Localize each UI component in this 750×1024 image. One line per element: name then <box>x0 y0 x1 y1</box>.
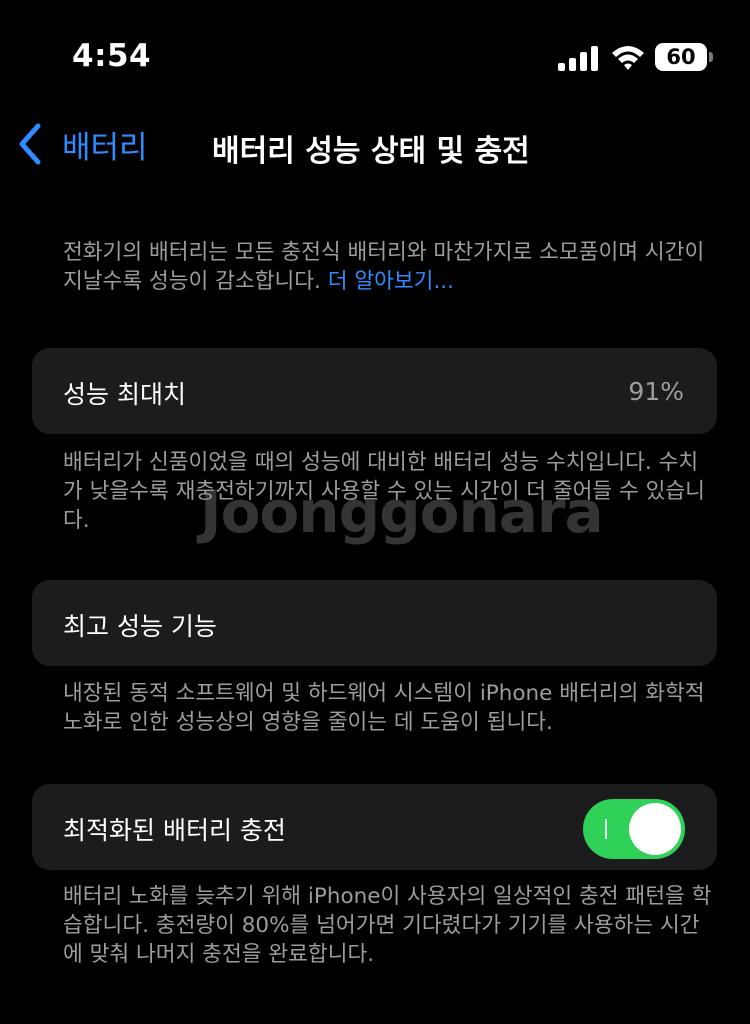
toggle-on-mark <box>605 819 607 839</box>
toggle-knob <box>629 803 681 855</box>
intro-text: 전화기의 배터리는 모든 충전식 배터리와 마찬가지로 소모품이며 시간이 지날… <box>63 238 713 296</box>
optimized-charging-footnote: 배터리 노화를 늦추기 위해 iPhone이 사용자의 일상적인 충전 패턴을 … <box>63 884 712 967</box>
status-time: 4:54 <box>72 38 152 74</box>
optimized-charging-row: 최적화된 배터리 충전 <box>32 784 717 870</box>
peak-performance-label: 최고 성능 기능 <box>63 612 217 641</box>
signal-icon <box>558 46 598 71</box>
battery-level: 60 <box>655 43 707 71</box>
max-capacity-row: 성능 최대치 91% <box>32 348 717 434</box>
max-capacity-footnote: 배터리가 신품이었을 때의 성능에 대비한 배터리 성능 수치입니다. 수치가 … <box>63 450 705 533</box>
battery-tip <box>709 52 713 62</box>
max-capacity-value: 91% <box>628 377 684 406</box>
back-label: 배터리 <box>62 129 148 166</box>
peak-performance-row: 최고 성능 기능 <box>32 580 717 666</box>
learn-more-link[interactable]: 더 알아보기... <box>328 269 454 294</box>
status-bar: 4:54 60 <box>0 0 750 110</box>
wifi-icon <box>612 46 644 70</box>
chevron-left-icon <box>19 123 41 165</box>
peak-performance-footnote: 내장된 동적 소프트웨어 및 하드웨어 시스템이 iPhone 배터리의 화학적… <box>63 681 705 735</box>
page-title: 배터리 성능 상태 및 충전 <box>212 134 530 169</box>
max-capacity-label: 성능 최대치 <box>63 380 186 409</box>
nav-bar: 배터리 배터리 성능 상태 및 충전 <box>0 110 750 180</box>
back-button[interactable]: 배터리 <box>16 122 148 166</box>
optimized-charging-label: 최적화된 배터리 충전 <box>63 816 286 845</box>
battery-icon: 60 <box>655 43 715 73</box>
optimized-charging-toggle[interactable] <box>583 799 685 859</box>
